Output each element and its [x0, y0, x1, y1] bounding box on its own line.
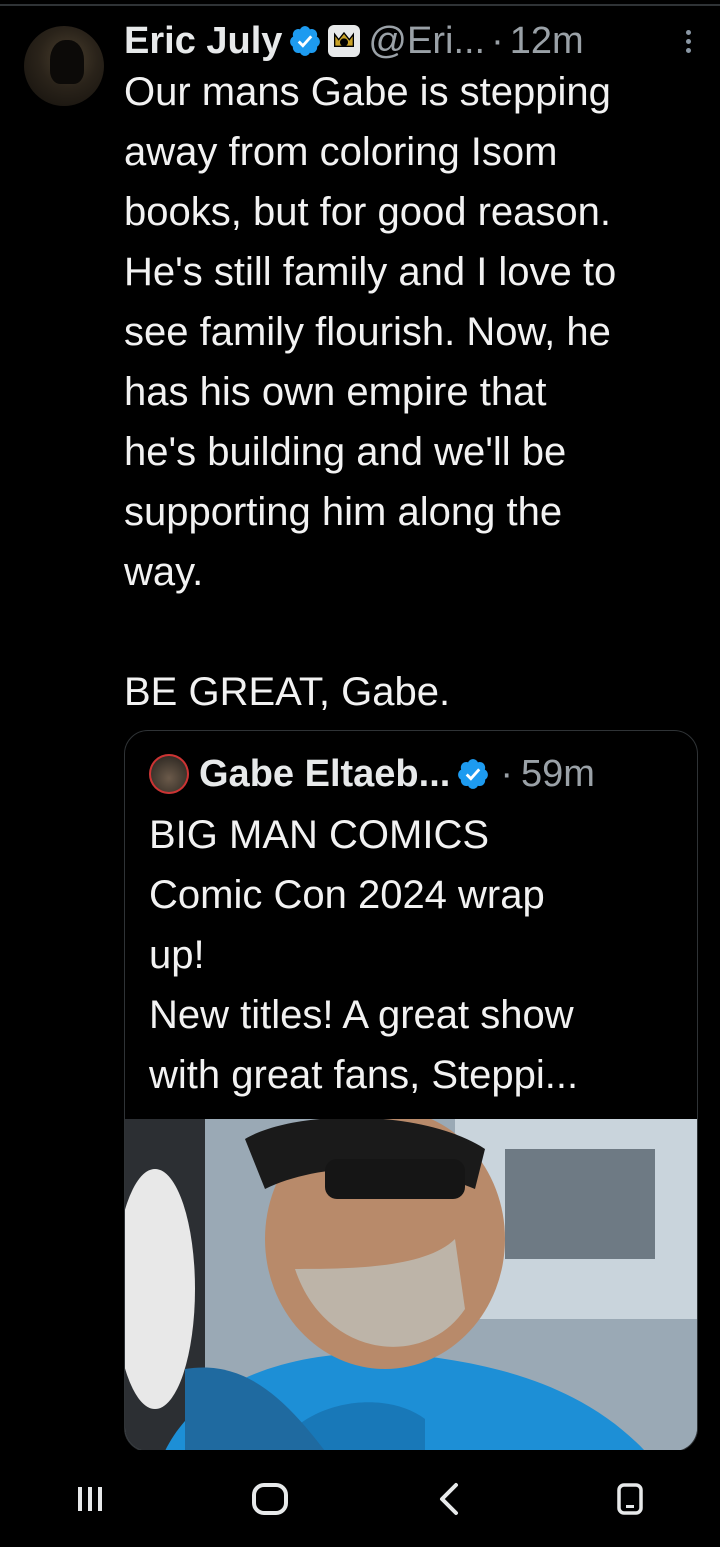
quote-body: BIG MAN COMICS Comic Con 2024 wrap up! N…	[149, 805, 679, 1105]
author-name[interactable]: Eric July	[124, 20, 282, 63]
quote-line: up!	[149, 933, 205, 977]
quote-author-name[interactable]: Gabe Eltaeb...	[199, 753, 450, 796]
tweet-line: books, but for good reason.	[124, 190, 611, 234]
quoted-tweet-card[interactable]: Gabe Eltaeb... · 59m BIG MAN COMICS Comi…	[124, 730, 698, 1452]
tweet-line: away from coloring Isom	[124, 130, 558, 174]
recents-icon[interactable]	[60, 1469, 120, 1529]
tweet-line: supporting him along the	[124, 490, 563, 534]
author-avatar[interactable]	[24, 26, 104, 106]
tweet-line: he's building and we'll be	[124, 430, 567, 474]
tweet-line: has his own empire that	[124, 370, 547, 414]
separator-dot: ·	[500, 752, 513, 795]
quote-media-image[interactable]	[125, 1119, 697, 1451]
tweet-line: way.	[124, 550, 204, 594]
media-illustration	[125, 1119, 697, 1451]
quote-line: with great fans, Steppi...	[149, 1053, 579, 1097]
top-divider	[0, 4, 720, 6]
quote-line: BIG MAN COMICS	[149, 813, 490, 857]
tweet-header: Eric July @Eri... · 12m	[124, 16, 714, 66]
affiliate-badge-icon	[328, 25, 361, 57]
quote-time[interactable]: 59m	[521, 753, 595, 796]
quote-header: Gabe Eltaeb... · 59m	[149, 749, 595, 799]
verified-badge-icon	[290, 26, 321, 56]
tweet-line: He's still family and I love to	[124, 250, 617, 294]
separator-dot: ·	[491, 19, 504, 62]
rotate-icon[interactable]	[600, 1469, 660, 1529]
back-icon[interactable]	[420, 1469, 480, 1529]
quote-author-avatar[interactable]	[149, 754, 189, 794]
quote-line: New titles! A great show	[149, 993, 574, 1037]
tweet-line: see family flourish. Now, he	[124, 310, 611, 354]
quote-line: Comic Con 2024 wrap	[149, 873, 545, 917]
system-nav-bar	[0, 1450, 720, 1547]
tweet-time[interactable]: 12m	[510, 20, 584, 63]
more-vertical-icon[interactable]	[686, 30, 692, 54]
tweet-line: Our mans Gabe is stepping	[124, 70, 611, 114]
verified-badge-icon	[458, 759, 489, 789]
home-icon[interactable]	[240, 1469, 300, 1529]
tweet-body: Our mans Gabe is stepping away from colo…	[124, 62, 704, 722]
tweet-closing-line: BE GREAT, Gabe.	[124, 670, 451, 714]
author-handle[interactable]: @Eri...	[368, 20, 485, 63]
